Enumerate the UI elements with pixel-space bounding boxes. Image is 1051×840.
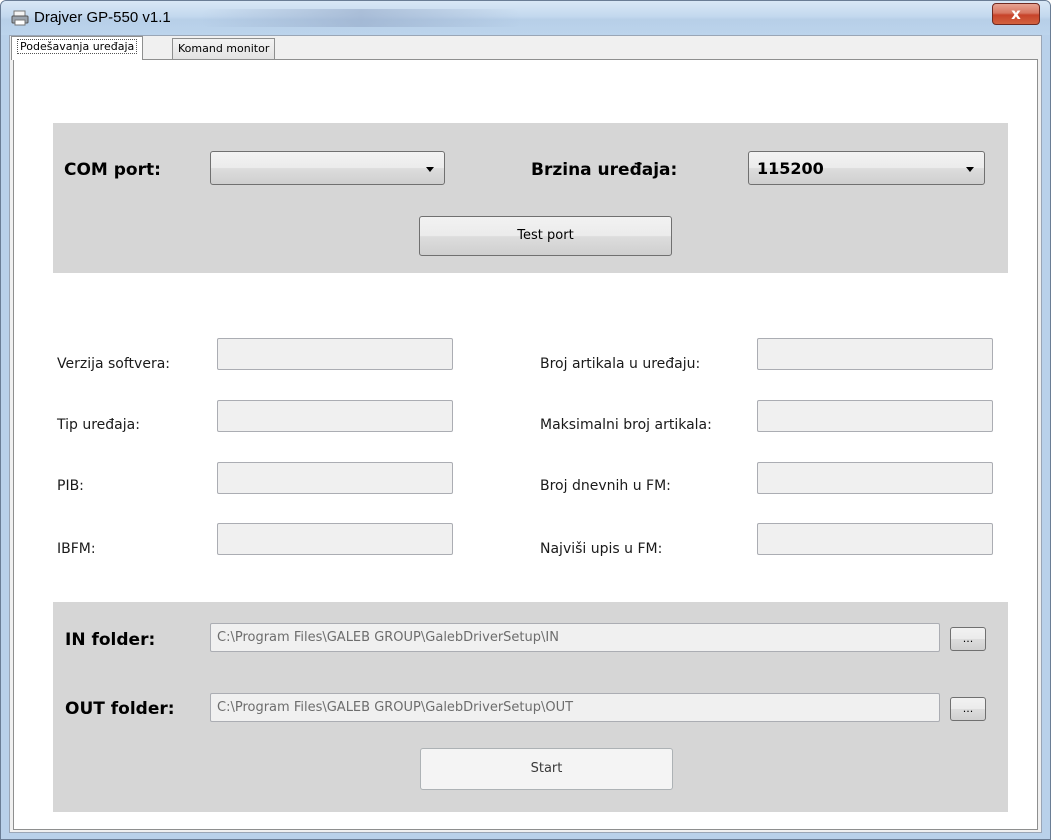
chevron-down-icon	[426, 167, 434, 172]
in-folder-path-field[interactable]: C:\Program Files\GALEB GROUP\GalebDriver…	[210, 623, 940, 652]
out-folder-path-field[interactable]: C:\Program Files\GALEB GROUP\GalebDriver…	[210, 693, 940, 722]
tab-command-monitor-label: Komand monitor	[178, 42, 270, 55]
max-articles-field[interactable]	[757, 400, 993, 432]
title-bar[interactable]: Drajver GP-550 v1.1 x	[1, 1, 1050, 35]
connection-panel: COM port: Brzina uređaja: 115200 Test po…	[53, 123, 1008, 273]
article-count-field[interactable]	[757, 338, 993, 370]
max-articles-label: Maksimalni broj artikala:	[540, 417, 712, 433]
tab-device-settings[interactable]: Podešavanja uređaja	[11, 36, 144, 60]
ibfm-label: IBFM:	[57, 541, 96, 557]
software-version-field[interactable]	[217, 338, 453, 370]
out-folder-label: OUT folder:	[65, 699, 175, 719]
pib-field[interactable]	[217, 462, 453, 494]
folder-panel: IN folder: C:\Program Files\GALEB GROUP\…	[53, 602, 1008, 812]
daily-fm-label: Broj dnevnih u FM:	[540, 478, 671, 494]
printer-icon	[11, 10, 29, 26]
client-area: Podešavanja uređaja Komand monitor COM p…	[9, 35, 1042, 833]
in-folder-browse-button[interactable]: ...	[950, 627, 986, 651]
speed-value: 115200	[757, 159, 824, 178]
highest-entry-field[interactable]	[757, 523, 993, 555]
software-version-label: Verzija softvera:	[57, 356, 170, 372]
out-folder-browse-button[interactable]: ...	[950, 697, 986, 721]
device-type-field[interactable]	[217, 400, 453, 432]
tab-device-settings-label: Podešavanja uređaja	[17, 39, 138, 54]
tab-strip: Podešavanja uređaja Komand monitor	[10, 36, 1041, 60]
chevron-down-icon	[966, 167, 974, 172]
com-port-label: COM port:	[64, 160, 161, 180]
title-bar-background	[201, 9, 521, 27]
ibfm-field[interactable]	[217, 523, 453, 555]
in-folder-label: IN folder:	[65, 630, 156, 650]
settings-tab-page: COM port: Brzina uređaja: 115200 Test po…	[13, 59, 1038, 830]
highest-entry-label: Najviši upis u FM:	[540, 541, 663, 557]
daily-fm-field[interactable]	[757, 462, 993, 494]
com-port-dropdown[interactable]	[210, 151, 445, 185]
speed-dropdown[interactable]: 115200	[748, 151, 985, 185]
test-port-button[interactable]: Test port	[419, 216, 672, 256]
start-button[interactable]: Start	[420, 748, 673, 790]
close-button[interactable]: x	[992, 3, 1040, 25]
app-window: Drajver GP-550 v1.1 x Podešavanja uređaj…	[0, 0, 1051, 840]
device-type-label: Tip uređaja:	[57, 417, 140, 433]
article-count-label: Broj artikala u uređaju:	[540, 356, 701, 372]
tab-command-monitor[interactable]: Komand monitor	[172, 38, 276, 59]
speed-label: Brzina uređaja:	[531, 160, 678, 180]
window-title: Drajver GP-550 v1.1	[34, 9, 171, 26]
pib-label: PIB:	[57, 478, 84, 494]
